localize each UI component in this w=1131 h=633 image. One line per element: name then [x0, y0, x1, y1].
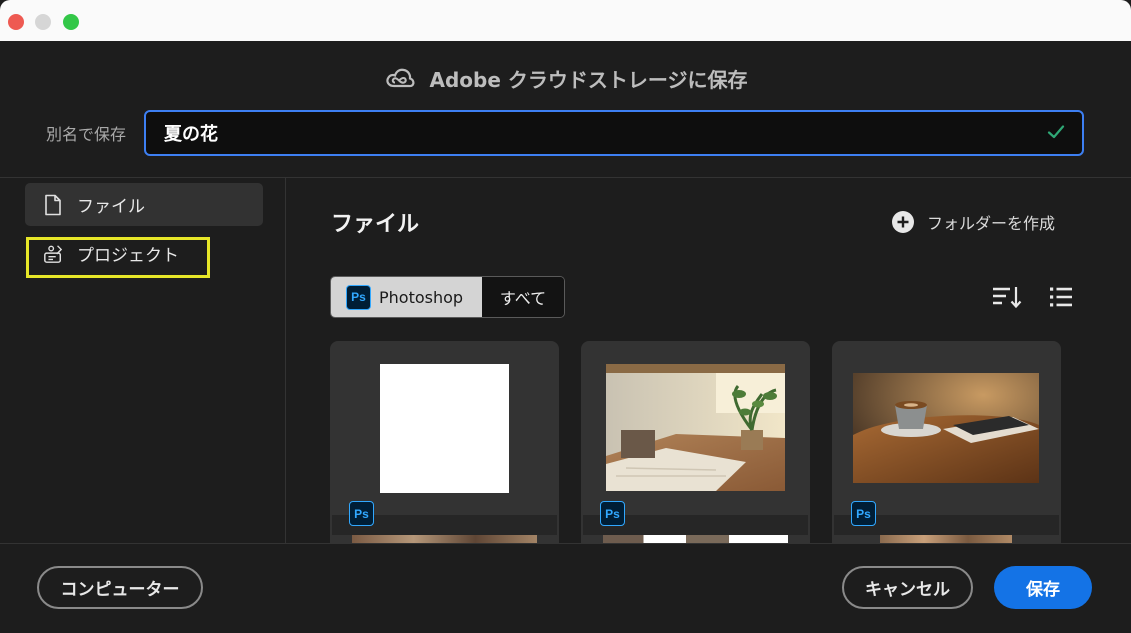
dialog-title: Adobe クラウドストレージに保存 — [0, 62, 1131, 94]
creative-cloud-icon — [385, 68, 414, 88]
save-as-label: 別名で保存 — [46, 125, 127, 144]
filter-photoshop[interactable]: Ps Photoshop — [331, 277, 482, 317]
list-view-icon[interactable] — [1049, 286, 1073, 308]
header-divider — [0, 177, 1131, 178]
photoshop-icon: Ps — [346, 284, 371, 310]
sidebar-item-label: プロジェクト — [77, 246, 179, 266]
filename-input[interactable] — [144, 110, 1084, 156]
file-card[interactable]: Ps — [832, 341, 1061, 543]
save-dialog-window: Adobe クラウドストレージに保存 別名で保存 ファイル プロジェクト ファイ… — [0, 0, 1131, 633]
photoshop-icon: Ps — [600, 501, 625, 526]
file-thumbnail — [606, 364, 785, 491]
close-window-button[interactable] — [8, 14, 24, 30]
window-titlebar — [0, 0, 1131, 41]
photoshop-icon: Ps — [851, 501, 876, 526]
next-row-thumbnail-edge — [880, 535, 1012, 543]
file-thumbnail — [853, 373, 1039, 483]
file-card[interactable]: Ps — [581, 341, 810, 543]
file-thumbnail — [380, 364, 509, 493]
create-folder-label: フォルダーを作成 — [927, 214, 1056, 233]
sidebar-item-label: ファイル — [77, 197, 145, 217]
check-icon — [1047, 125, 1065, 139]
computer-button[interactable]: コンピューター — [37, 566, 203, 609]
filter-label: Photoshop — [379, 287, 464, 307]
save-button-label: 保存 — [1026, 580, 1060, 600]
sidebar-item-files[interactable]: ファイル — [25, 183, 263, 226]
sidebar-divider — [285, 178, 286, 544]
cancel-button-label: キャンセル — [865, 580, 950, 600]
cancel-button[interactable]: キャンセル — [842, 566, 973, 609]
computer-button-label: コンピューター — [60, 580, 180, 600]
next-row-thumbnail-edge — [603, 535, 788, 543]
sort-icon[interactable] — [992, 286, 1022, 308]
section-title: ファイル — [331, 212, 420, 237]
dialog-title-text: Adobe クラウドストレージに保存 — [429, 67, 748, 92]
filter-all[interactable]: すべて — [482, 277, 564, 317]
minimize-window-button[interactable] — [35, 14, 51, 30]
sidebar-item-projects[interactable]: プロジェクト — [25, 232, 263, 275]
app-filter-group: Ps Photoshop すべて — [330, 276, 565, 318]
filter-label: すべて — [499, 289, 547, 308]
save-button[interactable]: 保存 — [994, 566, 1092, 609]
photoshop-icon: Ps — [349, 501, 374, 526]
project-icon — [44, 244, 63, 263]
file-card[interactable]: Ps — [330, 341, 559, 543]
create-folder-button[interactable]: フォルダーを作成 — [891, 209, 1055, 235]
plus-circle-icon — [892, 211, 914, 233]
next-row-thumbnail-edge — [352, 535, 537, 543]
maximize-window-button[interactable] — [63, 14, 79, 30]
footer-divider — [0, 543, 1131, 544]
file-icon — [45, 194, 61, 215]
